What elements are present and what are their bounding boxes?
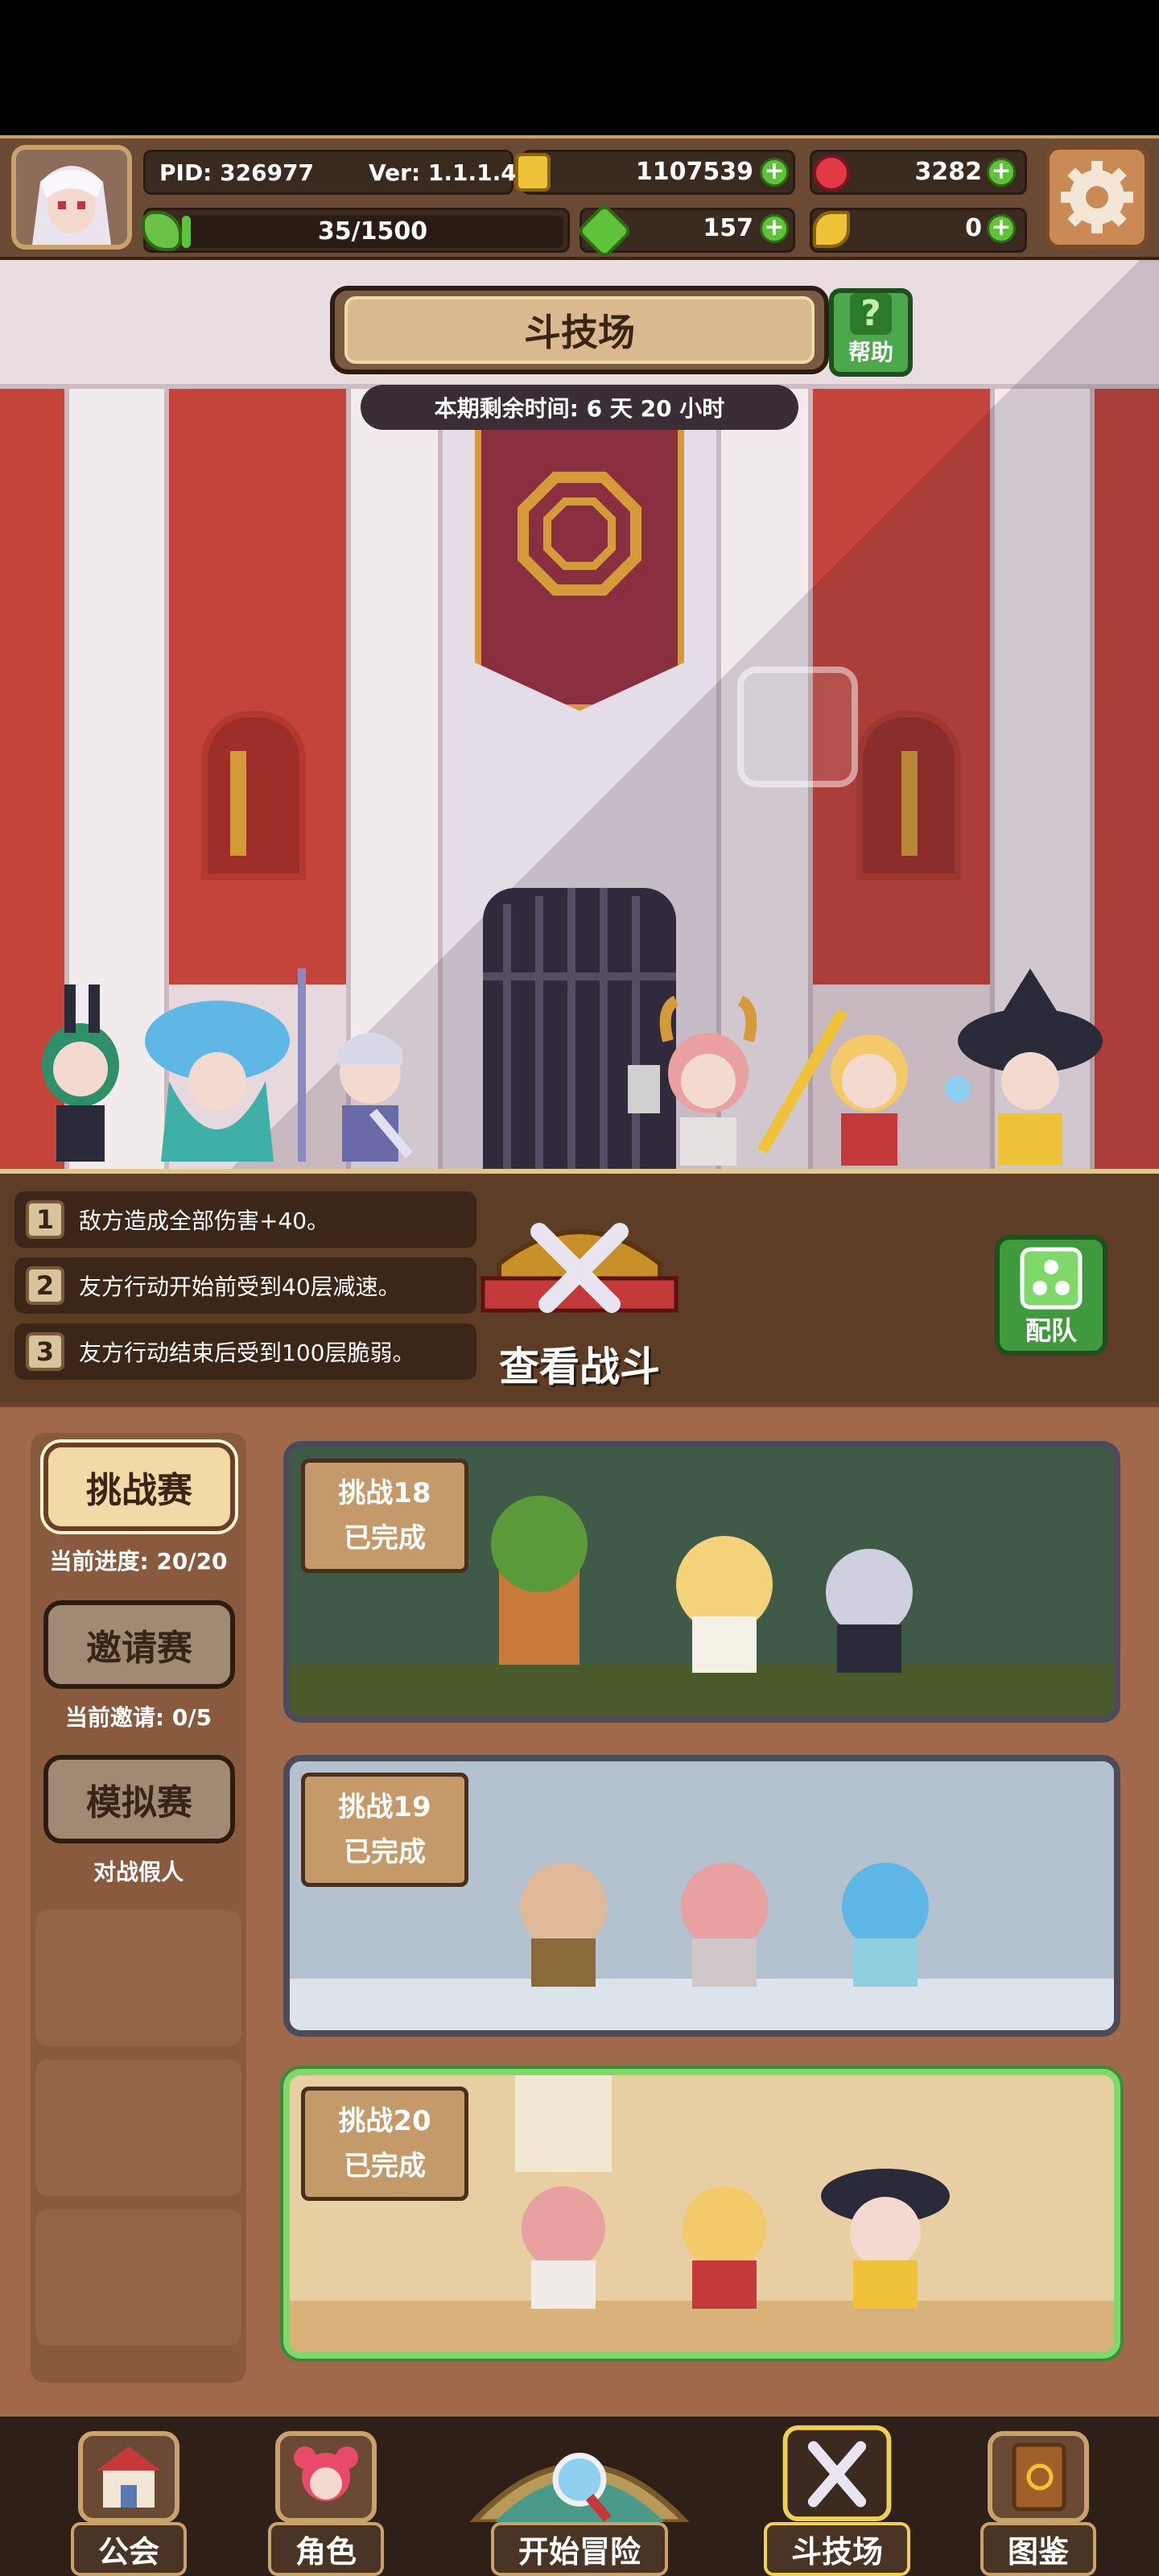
- team-label: 配队: [1025, 1315, 1077, 1346]
- mode-challenge-progress: 当前进度: 20/20: [49, 1548, 228, 1575]
- challenge-name: 挑战19: [338, 1791, 431, 1823]
- modifier-rule: 3 友方行动结束后受到100层脆弱。: [14, 1323, 476, 1380]
- view-battle-label: 查看战斗: [499, 1344, 660, 1390]
- nav-codex[interactable]: 图鉴: [942, 2423, 1135, 2576]
- ruby-gem-icon: [813, 155, 850, 192]
- character-horned-girl: [628, 995, 757, 1166]
- clover-amount: 157: [703, 214, 753, 242]
- rule-number: 1: [26, 1200, 64, 1239]
- challenge-label: 挑战20 已完成: [301, 2087, 468, 2201]
- rule-number: 3: [26, 1332, 64, 1371]
- add-key-button[interactable]: +: [987, 214, 1016, 243]
- nav-label: 图鉴: [980, 2522, 1096, 2576]
- challenge-name: 挑战20: [338, 2105, 431, 2137]
- character-head-icon: [275, 2431, 377, 2522]
- challenge-card[interactable]: 挑战19 已完成: [283, 1755, 1120, 2037]
- mode-sim-desc: 对战假人: [93, 1859, 184, 1885]
- mode-invite-button[interactable]: 邀请赛: [43, 1600, 235, 1689]
- challenge-card-selected[interactable]: 挑战20 已完成: [283, 2069, 1120, 2359]
- view-battle-button[interactable]: 查看战斗: [475, 1208, 684, 1390]
- page-title: 斗技场: [524, 311, 635, 354]
- season-timer: 本期剩余时间: 6 天 20 小时: [361, 385, 798, 430]
- help-label: 帮助: [848, 339, 893, 365]
- empty-mode-slot: [35, 1909, 241, 2046]
- challenge-status: 已完成: [344, 1836, 426, 1868]
- version-label: Ver: 1.1.1.4: [369, 159, 517, 186]
- crossed-swords-icon: [481, 1223, 678, 1313]
- challenge-card[interactable]: 挑战18 已完成: [283, 1441, 1120, 1723]
- nav-adventure[interactable]: 开始冒险: [435, 2423, 724, 2576]
- question-mark-icon: ?: [850, 293, 892, 335]
- nav-label: 角色: [267, 2522, 384, 2576]
- gear-icon: [1061, 161, 1133, 233]
- nav-label: 公会: [70, 2522, 187, 2576]
- player-id: PID: 326977: [159, 159, 315, 186]
- gem-amount: 3282: [914, 158, 983, 186]
- modifier-rule: 1 敌方造成全部伤害+40。: [14, 1191, 476, 1248]
- arena-team-sprites: [42, 968, 1103, 1166]
- team-setup-button[interactable]: 配队: [995, 1235, 1107, 1356]
- challenge-label: 挑战19 已完成: [301, 1773, 468, 1887]
- challenge-status: 已完成: [344, 2150, 426, 2182]
- mode-invite-progress: 当前邀请: 0/5: [64, 1704, 212, 1731]
- rule-number: 2: [26, 1266, 64, 1305]
- character-mushroom-mage: [145, 1001, 290, 1162]
- empty-mode-slot: [35, 2059, 241, 2196]
- character-blonde-girl: [757, 1008, 908, 1166]
- add-gem-button[interactable]: +: [987, 158, 1016, 187]
- team-pyramid-icon: [1020, 1247, 1083, 1310]
- rule-text: 友方行动开始前受到40层减速。: [79, 1274, 401, 1300]
- nav-label: 开始冒险: [490, 2522, 668, 2576]
- character-bunny-girl: [42, 985, 119, 1162]
- rule-text: 敌方造成全部伤害+40。: [79, 1208, 330, 1234]
- add-clover-button[interactable]: +: [760, 214, 789, 243]
- help-button[interactable]: ? 帮助: [829, 288, 913, 377]
- character-knight-bunny: [298, 968, 414, 1162]
- rule-text: 友方行动结束后受到100层脆弱。: [79, 1340, 415, 1366]
- stamina-value: 35/1500: [317, 217, 428, 246]
- nav-arena-active[interactable]: 斗技场: [740, 2423, 934, 2576]
- guild-house-icon: [78, 2431, 179, 2522]
- nav-characters[interactable]: 角色: [241, 2423, 410, 2576]
- empty-mode-slot: [35, 2209, 241, 2346]
- mode-sim-button[interactable]: 模拟赛: [43, 1755, 235, 1843]
- avatar-portrait-icon: [16, 150, 127, 245]
- gold-coin-icon: [515, 153, 551, 192]
- mode-challenge-button[interactable]: 挑战赛: [43, 1443, 235, 1531]
- nav-guild[interactable]: 公会: [32, 2423, 225, 2576]
- modifier-rule: 2 友方行动开始前受到40层减速。: [14, 1257, 476, 1314]
- magnifier-map-icon: [469, 2452, 690, 2522]
- nav-label: 斗技场: [763, 2522, 910, 2576]
- player-avatar[interactable]: [11, 145, 132, 250]
- title-inner: 斗技场: [344, 296, 815, 364]
- golden-key-icon: [813, 211, 850, 248]
- challenge-label: 挑战18 已完成: [301, 1459, 468, 1573]
- float-overlay-button[interactable]: [737, 667, 858, 787]
- character-witch-girl: [945, 968, 1103, 1166]
- settings-button[interactable]: [1045, 145, 1149, 250]
- challenge-name: 挑战18: [338, 1477, 431, 1509]
- add-gold-button[interactable]: +: [760, 158, 789, 187]
- challenge-status: 已完成: [344, 1522, 426, 1554]
- key-amount: 0: [965, 214, 982, 242]
- book-icon: [988, 2431, 1089, 2522]
- crossed-axes-icon: [782, 2425, 892, 2522]
- gold-amount: 1107539: [635, 158, 753, 186]
